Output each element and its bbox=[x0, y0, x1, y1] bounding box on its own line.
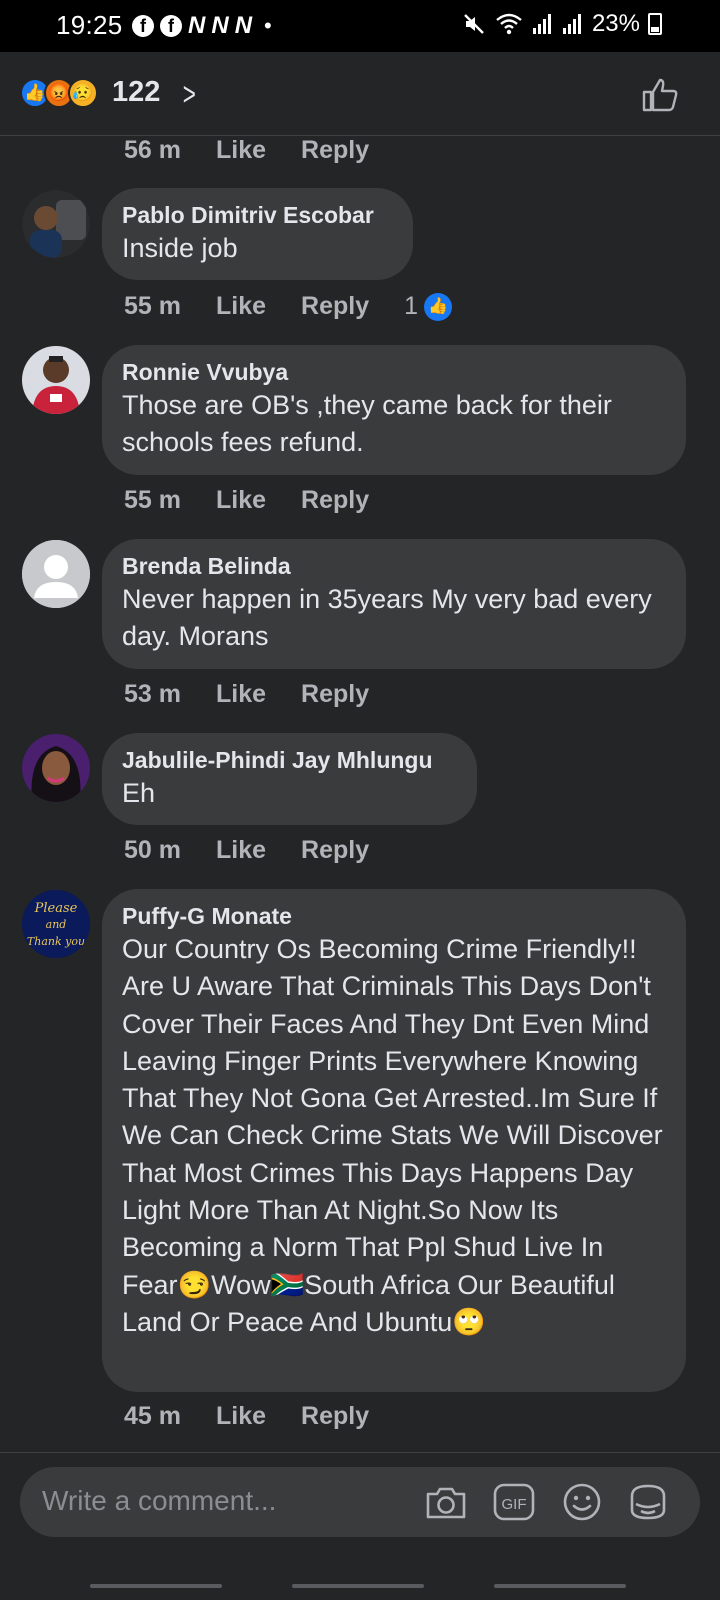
gif-icon[interactable]: GIF bbox=[492, 1480, 536, 1524]
comment-author[interactable]: Ronnie Vvubya bbox=[122, 357, 666, 387]
reaction-count[interactable]: 122 bbox=[112, 76, 160, 109]
avatar[interactable]: Please and Thank you bbox=[22, 890, 90, 958]
avatar-sticker-icon[interactable] bbox=[626, 1480, 670, 1524]
mute-icon bbox=[464, 14, 484, 34]
system-icons: 23% bbox=[462, 10, 662, 38]
comment-text: Eh bbox=[122, 778, 156, 808]
facebook-notification-icon: f bbox=[160, 15, 182, 37]
facebook-notification-icon: f bbox=[132, 15, 154, 37]
status-time: 19:25 bbox=[56, 10, 123, 40]
comment-author[interactable]: Jabulile-Phindi Jay Mhlungu bbox=[122, 745, 457, 775]
sad-reaction-icon: 😥 bbox=[68, 78, 98, 108]
signal-icon bbox=[562, 14, 581, 34]
like-button[interactable]: Like bbox=[216, 836, 266, 865]
news-notification-icon: N bbox=[234, 12, 253, 39]
reply-button[interactable]: Reply bbox=[301, 486, 369, 515]
chevron-right-icon[interactable]: > bbox=[183, 76, 196, 113]
like-button[interactable]: Like bbox=[216, 1402, 266, 1431]
avatar-text: Please bbox=[34, 901, 78, 916]
comment-time: 56 m bbox=[124, 136, 181, 164]
avatar-text: and bbox=[46, 918, 67, 931]
battery-percent: 23% bbox=[591, 10, 640, 37]
avatar[interactable] bbox=[22, 540, 90, 608]
comment-author[interactable]: Pablo Dimitriv Escobar bbox=[122, 200, 393, 230]
like-badge-icon: 👍 bbox=[424, 292, 453, 321]
comment-input-placeholder[interactable]: Write a comment... bbox=[42, 1485, 276, 1517]
avatar[interactable] bbox=[22, 346, 90, 414]
reply-button[interactable]: Reply bbox=[301, 836, 369, 865]
reaction-summary[interactable]: 👍 😡 😥 bbox=[20, 78, 98, 108]
gif-label: GIF bbox=[502, 1496, 527, 1513]
comment-input[interactable]: Write a comment... GIF bbox=[20, 1467, 700, 1537]
comment-actions: 55 m Like Reply bbox=[124, 486, 369, 515]
nav-back-button[interactable] bbox=[494, 1584, 626, 1588]
nav-home-button[interactable] bbox=[292, 1584, 424, 1588]
status-bar: 19:25 f f N N N • 23% bbox=[0, 0, 720, 52]
avatar[interactable] bbox=[22, 190, 90, 258]
reply-button[interactable]: Reply bbox=[301, 680, 369, 709]
comment-time: 50 m bbox=[124, 836, 181, 864]
avatar[interactable] bbox=[22, 734, 90, 802]
comment-text: Inside job bbox=[122, 233, 238, 263]
comment-actions: 55 m Like Reply 1 👍 bbox=[124, 292, 453, 321]
thumbs-up-icon[interactable] bbox=[642, 78, 678, 112]
comment-actions: 50 m Like Reply bbox=[124, 836, 369, 865]
avatar-text: Thank you bbox=[27, 935, 85, 948]
news-notification-icon: N bbox=[211, 12, 229, 39]
like-button[interactable]: Like bbox=[216, 292, 266, 321]
comment-bubble[interactable]: Pablo Dimitriv Escobar Inside job bbox=[102, 188, 413, 280]
comment-time: 55 m bbox=[124, 486, 181, 514]
nav-recents-button[interactable] bbox=[90, 1584, 222, 1588]
wifi-icon bbox=[496, 13, 522, 35]
comment-text: Those are OB's ,they came back for their… bbox=[122, 390, 612, 458]
comment-composer: Write a comment... GIF bbox=[0, 1452, 720, 1548]
battery-icon bbox=[648, 13, 662, 35]
comment-time: 55 m bbox=[124, 292, 181, 320]
reply-button[interactable]: Reply bbox=[301, 1402, 369, 1431]
like-count-number: 1 bbox=[404, 292, 419, 320]
comment-time: 53 m bbox=[124, 680, 181, 708]
comment-bubble[interactable]: Ronnie Vvubya Those are OB's ,they came … bbox=[102, 345, 686, 475]
signal-icon bbox=[532, 14, 551, 34]
like-button[interactable]: Like bbox=[216, 680, 266, 709]
like-button[interactable]: Like bbox=[216, 136, 266, 165]
reply-button[interactable]: Reply bbox=[301, 292, 369, 321]
comment-time: 45 m bbox=[124, 1402, 181, 1430]
comment-actions: 45 m Like Reply bbox=[124, 1402, 369, 1431]
comment-bubble[interactable]: Jabulile-Phindi Jay Mhlungu Eh bbox=[102, 733, 477, 825]
system-navigation-bar bbox=[0, 1548, 720, 1600]
comment-text: Our Country Os Becoming Crime Friendly!!… bbox=[122, 934, 663, 1337]
camera-icon[interactable] bbox=[424, 1480, 468, 1524]
reply-button[interactable]: Reply bbox=[301, 136, 369, 165]
comment-author[interactable]: Brenda Belinda bbox=[122, 551, 666, 581]
comment-like-count[interactable]: 1 👍 bbox=[404, 292, 453, 321]
comment-text: Never happen in 35years My very bad ever… bbox=[122, 584, 652, 652]
reactions-header: 👍 😡 😥 122 > bbox=[0, 52, 720, 136]
comment-bubble[interactable]: Brenda Belinda Never happen in 35years M… bbox=[102, 539, 686, 669]
more-notifications-dot-icon: • bbox=[264, 13, 272, 38]
comment-bubble[interactable]: Puffy-G Monate Our Country Os Becoming C… bbox=[102, 889, 686, 1392]
like-button[interactable]: Like bbox=[216, 486, 266, 515]
notification-icons: f f N N N • bbox=[132, 12, 272, 40]
comment-actions: 56 m Like Reply bbox=[124, 136, 369, 165]
news-notification-icon: N bbox=[188, 12, 206, 39]
emoji-icon[interactable] bbox=[560, 1480, 604, 1524]
comment-author[interactable]: Puffy-G Monate bbox=[122, 901, 666, 931]
comment-actions: 53 m Like Reply bbox=[124, 680, 369, 709]
